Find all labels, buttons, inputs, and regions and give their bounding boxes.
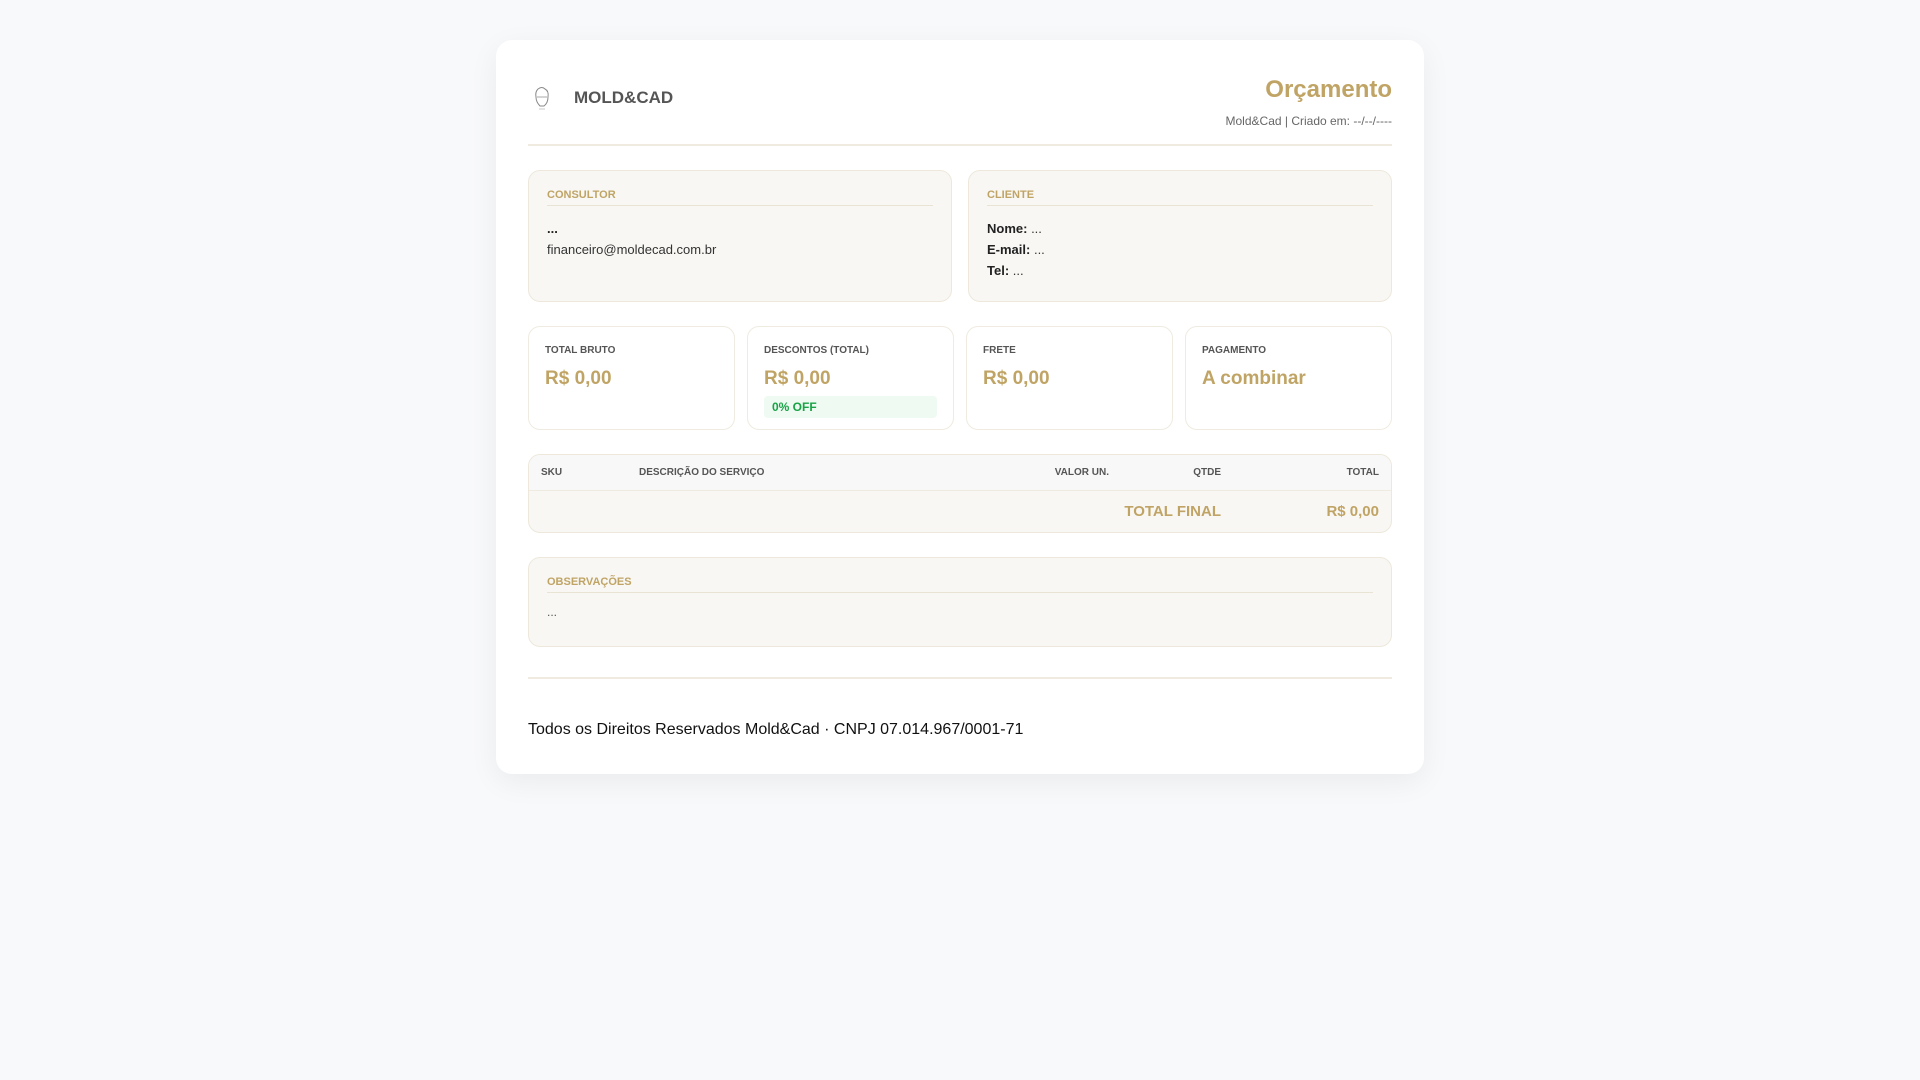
stat-descontos: DESCONTOS (TOTAL) R$ 0,00 0% OFF [747, 326, 954, 430]
stat-label: DESCONTOS (TOTAL) [764, 345, 869, 356]
stat-value: R$ 0,00 [545, 368, 612, 389]
cliente-nome: ... [1027, 221, 1042, 236]
total-final-label: TOTAL FINAL [1124, 503, 1221, 520]
total-final-value: R$ 0,00 [1326, 503, 1379, 520]
stat-label: TOTAL BRUTO [545, 345, 616, 356]
consultor-box: CONSULTOR ... financeiro@moldecad.com.br [528, 170, 952, 302]
consultor-heading: CONSULTOR [547, 189, 933, 206]
quote-header: MOLD&CAD Orçamento Mold&Cad | Criado em:… [528, 72, 1392, 146]
stat-value: R$ 0,00 [764, 368, 831, 389]
cliente-email: ... [1030, 242, 1045, 257]
created-meta: Mold&Cad | Criado em: --/--/---- [1225, 114, 1392, 128]
observacoes-heading: OBSERVAÇÕES [547, 576, 1373, 593]
footer-text: Todos os Direitos Reservados Mold&Cad · … [528, 721, 1024, 738]
cliente-tel: ... [1009, 263, 1024, 278]
cliente-heading: CLIENTE [987, 189, 1373, 206]
cliente-box: CLIENTE Nome: ... E-mail: ... Tel: ... [968, 170, 1392, 302]
stat-total-bruto: TOTAL BRUTO R$ 0,00 [528, 326, 735, 430]
stat-pagamento: PAGAMENTO A combinar [1185, 326, 1392, 430]
brand-name: MOLD&CAD [574, 88, 674, 107]
quote-card: MOLD&CAD Orçamento Mold&Cad | Criado em:… [496, 40, 1424, 774]
column-header-description: DESCRIÇÃO DO SERVIÇO [639, 467, 765, 478]
cliente-tel-label: Tel: [987, 263, 1010, 278]
page-title: Orçamento [1265, 76, 1392, 103]
logo-icon [528, 84, 556, 112]
cliente-email-label: E-mail: [987, 242, 1031, 257]
column-header-sku: SKU [541, 467, 563, 478]
consultor-name: ... [547, 221, 558, 236]
table-header: SKU DESCRIÇÃO DO SERVIÇO VALOR UN. QTDE … [529, 455, 1391, 491]
stat-value: R$ 0,00 [983, 368, 1050, 389]
items-table: SKU DESCRIÇÃO DO SERVIÇO VALOR UN. QTDE … [528, 454, 1392, 533]
stat-frete: FRETE R$ 0,00 [966, 326, 1173, 430]
consultor-email: financeiro@moldecad.com.br [547, 242, 717, 257]
observacoes-text: ... [547, 605, 558, 619]
cliente-nome-label: Nome: [987, 221, 1028, 236]
stat-label: FRETE [983, 345, 1016, 356]
stat-value: A combinar [1202, 368, 1306, 389]
column-header-unit-price: VALOR UN. [1054, 467, 1109, 478]
observacoes-box: OBSERVAÇÕES ... [528, 557, 1392, 647]
table-total-row: TOTAL FINAL R$ 0,00 [529, 491, 1391, 532]
divider [528, 677, 1392, 679]
stat-label: PAGAMENTO [1202, 345, 1267, 356]
column-header-total: TOTAL [1346, 467, 1379, 478]
discount-badge: 0% OFF [764, 396, 937, 418]
column-header-qty: QTDE [1193, 467, 1221, 478]
brand: MOLD&CAD [528, 84, 673, 112]
